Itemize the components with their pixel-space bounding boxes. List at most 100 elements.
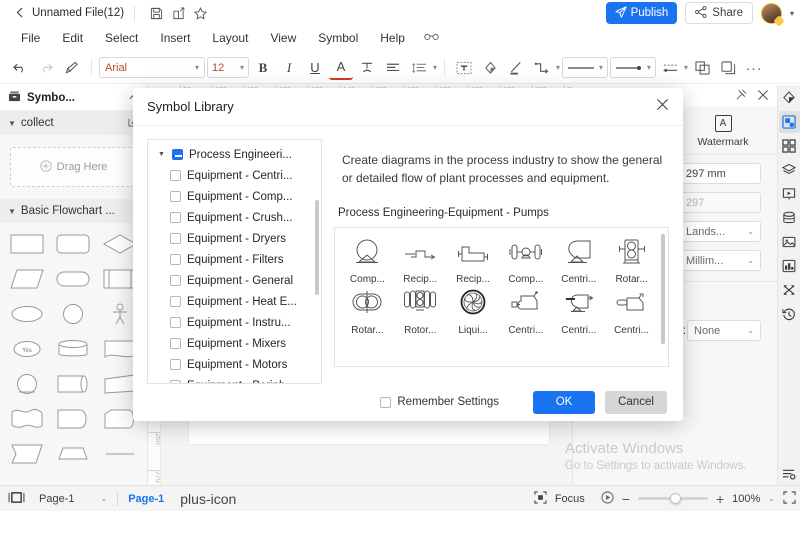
menu-item-select[interactable]: Select: [94, 29, 149, 47]
chart-icon[interactable]: [779, 255, 800, 277]
redo-icon[interactable]: [34, 56, 58, 80]
tree-row[interactable]: Equipment - Comp...: [148, 186, 321, 207]
focus-icon[interactable]: [534, 490, 547, 507]
chevron-down-icon[interactable]: ⌄: [100, 494, 107, 503]
font-size-select[interactable]: 12 ▾: [207, 57, 249, 78]
save-icon[interactable]: [145, 2, 167, 24]
page-selector-label[interactable]: Page-1: [39, 493, 74, 505]
presentation-icon[interactable]: [779, 183, 800, 205]
zoom-slider-knob[interactable]: [669, 493, 681, 504]
shape-rounded-rect[interactable]: [52, 231, 94, 257]
shuffle-icon[interactable]: [779, 279, 800, 301]
triangle-down-icon[interactable]: ▼: [158, 151, 166, 158]
fill-color-icon[interactable]: [478, 56, 502, 80]
tree-row[interactable]: Equipment - Periph...: [148, 375, 321, 383]
chevron-down-icon[interactable]: ⌄: [768, 494, 775, 503]
shape-circle-2[interactable]: [6, 371, 48, 397]
shape-cylinder[interactable]: [52, 336, 94, 362]
shape-ellipse[interactable]: [6, 301, 48, 327]
layers-icon[interactable]: [779, 159, 800, 181]
play-icon[interactable]: [601, 490, 614, 507]
zoom-in-button[interactable]: +: [716, 491, 724, 507]
chevron-down-icon[interactable]: ▾: [433, 63, 437, 72]
symbol-item[interactable]: Centri...: [552, 234, 605, 285]
tree-checkbox-root[interactable]: [172, 149, 183, 160]
symbol-item[interactable]: Centri...: [552, 285, 605, 336]
menu-item-edit[interactable]: Edit: [51, 29, 94, 47]
tree-checkbox[interactable]: [170, 317, 181, 328]
symbol-item[interactable]: Rotar...: [605, 234, 658, 285]
tree-row[interactable]: Equipment - Filters: [148, 249, 321, 270]
history-icon[interactable]: [779, 303, 800, 325]
close-icon[interactable]: [757, 89, 769, 104]
symbol-item[interactable]: Comp...: [499, 234, 552, 285]
share-button[interactable]: Share: [685, 2, 753, 24]
symbol-item[interactable]: Centri...: [605, 285, 658, 336]
orientation-select[interactable]: Lands... ⌄: [679, 221, 761, 242]
tree-checkbox[interactable]: [170, 170, 181, 181]
format-painter-icon[interactable]: [60, 56, 84, 80]
tree-checkbox[interactable]: [170, 254, 181, 265]
shape-stadium[interactable]: [52, 266, 94, 292]
shape-wave[interactable]: [6, 406, 48, 432]
tree-checkbox[interactable]: [170, 191, 181, 202]
shape-chevron-box[interactable]: [6, 441, 48, 467]
tree-row[interactable]: Equipment - General: [148, 270, 321, 291]
tree-row[interactable]: Equipment - Motors: [148, 354, 321, 375]
more-horizontal-icon[interactable]: ···: [742, 56, 766, 80]
settings-list-icon[interactable]: [779, 463, 800, 485]
shape-decision-yes[interactable]: Yes: [6, 336, 48, 362]
cancel-button[interactable]: Cancel: [605, 390, 667, 414]
chevron-down-icon[interactable]: ▾: [684, 63, 688, 72]
avatar[interactable]: [760, 2, 782, 24]
undo-icon[interactable]: [8, 56, 32, 80]
tree-checkbox[interactable]: [170, 212, 181, 223]
group-icon[interactable]: [690, 56, 714, 80]
menu-item-file[interactable]: File: [10, 29, 51, 47]
page-setup-icon[interactable]: [778, 111, 800, 133]
menu-item-help[interactable]: Help: [369, 29, 416, 47]
symbol-item[interactable]: Liqui...: [447, 285, 500, 336]
tree-row-root[interactable]: ▼ Process Engineeri...: [148, 144, 321, 165]
watermark-tile[interactable]: A Watermark: [675, 115, 771, 148]
pin-icon[interactable]: [735, 89, 747, 104]
shape-circle[interactable]: [52, 301, 94, 327]
tree-checkbox[interactable]: [170, 233, 181, 244]
tree-scrollbar[interactable]: [315, 200, 319, 295]
underline-button[interactable]: U: [303, 56, 327, 80]
tree-row[interactable]: Equipment - Heat E...: [148, 291, 321, 312]
tree-row[interactable]: Equipment - Centri...: [148, 165, 321, 186]
page-height-field[interactable]: 297 mm: [679, 163, 761, 184]
zoom-level-label[interactable]: 100%: [732, 493, 760, 505]
library-tree[interactable]: ▼ Process Engineeri... Equipment - Centr…: [147, 139, 322, 384]
close-icon[interactable]: [656, 98, 669, 115]
shape-parallelogram[interactable]: [6, 266, 48, 292]
shape-tape[interactable]: [52, 371, 94, 397]
symbol-item[interactable]: Rotor...: [394, 285, 447, 336]
add-page-icon[interactable]: plus-icon: [180, 491, 236, 507]
zoom-out-button[interactable]: −: [622, 491, 630, 507]
symbol-item[interactable]: Comp...: [341, 234, 394, 285]
unit-select[interactable]: Millim... ⌄: [679, 250, 761, 271]
connector-icon[interactable]: [530, 56, 554, 80]
menu-item-layout[interactable]: Layout: [201, 29, 259, 47]
tree-checkbox[interactable]: [170, 338, 181, 349]
drag-here-dropzone[interactable]: Drag Here: [10, 147, 137, 187]
tree-checkbox[interactable]: [170, 275, 181, 286]
tree-checkbox[interactable]: [170, 296, 181, 307]
symbol-item[interactable]: Centri...: [499, 285, 552, 336]
menu-item-view[interactable]: View: [259, 29, 307, 47]
symbol-scrollbar[interactable]: [661, 234, 665, 344]
tree-row[interactable]: Equipment - Crush...: [148, 207, 321, 228]
arrow-style-select[interactable]: ▾: [610, 57, 657, 78]
strikethrough-icon[interactable]: [355, 56, 379, 80]
section-basic-flowchart[interactable]: ▼ Basic Flowchart ...: [0, 199, 147, 223]
symbol-item[interactable]: Rotar...: [341, 285, 394, 336]
text-box-icon[interactable]: [452, 56, 476, 80]
italic-button[interactable]: I: [277, 56, 301, 80]
star-icon[interactable]: [189, 2, 211, 24]
zoom-slider[interactable]: [637, 493, 708, 504]
shape-line[interactable]: [99, 441, 141, 467]
tree-row[interactable]: Equipment - Instru...: [148, 312, 321, 333]
tree-checkbox[interactable]: [170, 359, 181, 370]
